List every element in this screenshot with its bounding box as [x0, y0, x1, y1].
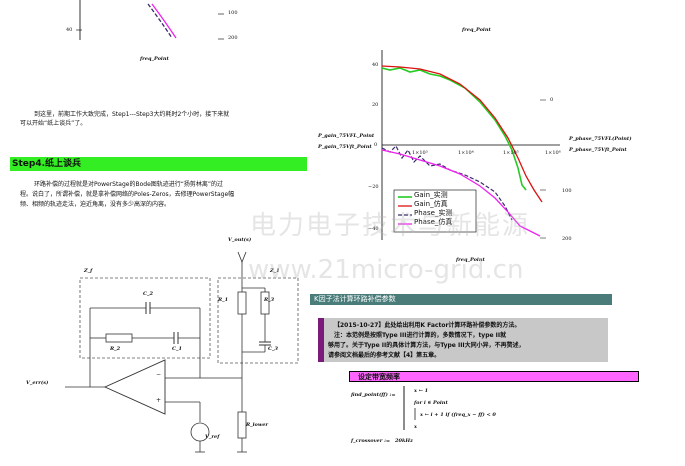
- zf-box: [79, 277, 211, 359]
- top-plot-xlabel: freq_Point: [140, 56, 169, 62]
- for-loop-bracket: [414, 408, 416, 420]
- paragraph-compensation-line2: 程。说白了，所谓补偿，就是拿补偿网络的Poles-Zeros，去修理PowerS…: [20, 191, 235, 198]
- note-line3: 够用了。关于Type II的具体计算方法，与Type III大同小异，不再赘述，: [328, 342, 525, 349]
- top-tick-right-200: 200: [228, 35, 238, 41]
- paragraph-progress-line2: 可以开始“纸上谈兵”了。: [20, 120, 87, 127]
- verr-label: V_err(s): [26, 380, 49, 386]
- watermark-chinese: 电力电子技术与新能源: [250, 211, 531, 241]
- find-point-line2: for i ∈ Point: [414, 400, 448, 406]
- opamp-minus: −: [156, 371, 162, 378]
- bandwidth-heading: 设定带宽频率: [349, 371, 639, 382]
- phase-sim-curve: [151, 3, 177, 39]
- legend-gain-measured: Gain_实测: [414, 191, 448, 199]
- r2-label: R_2: [110, 346, 121, 352]
- vref-label: V_ref: [205, 434, 220, 440]
- opamp-plus: +: [156, 397, 162, 404]
- bode-x-tick-1e6: 1×10⁶: [545, 150, 561, 156]
- bode-left-tick-20: 20: [372, 102, 379, 108]
- bode-right-tick-0: 0: [550, 97, 554, 103]
- bode-left-tick-0: 0: [374, 142, 378, 148]
- paragraph-progress-line1: 到这里，前期工作大致完成，Step1---Step3大约耗时2个小时，接下来就: [34, 111, 230, 118]
- bode-x-tick-1e3: 1×10³: [412, 150, 428, 156]
- bode-right-label-1: P_phase_75VFL(Point): [569, 136, 632, 142]
- top-plot: [76, 0, 224, 40]
- watermark-url: www.21micro-grid.cn: [248, 255, 524, 285]
- zf-label: Z_f: [84, 268, 93, 274]
- paragraph-progress: 到这里，前期工作大致完成，Step1---Step3大约耗时2个小时，接下来就 …: [20, 110, 305, 128]
- bode-title: freq_Point: [462, 27, 491, 33]
- kfactor-heading: K因子法计算环路补偿参数: [310, 294, 612, 305]
- bode-right-tick-200: 200: [562, 236, 572, 242]
- find-point-name: find_point(ff) :=: [351, 392, 396, 398]
- vout-label: V_out(s): [228, 237, 252, 243]
- bode-left-label-1: P_gain_75VFL_Point: [318, 133, 375, 139]
- c3-label: C_3: [268, 346, 278, 352]
- paragraph-compensation-line1: 环路补偿的过程就是对PowerStage的Bode图轨迹进行“扬剪林离”的过: [34, 181, 223, 188]
- bode-right-label-2: P_phase_75Vft_Point: [569, 147, 627, 153]
- phase-measured-curve: [147, 3, 173, 39]
- find-point-line4: x: [414, 424, 417, 430]
- r2-resistor: [105, 333, 133, 343]
- bode-left-tick-40: 40: [372, 62, 379, 68]
- z1-box: [217, 277, 299, 364]
- bode-x-tick-1e5: 1×10⁵: [503, 150, 519, 156]
- find-point-line3: x ← i + 1 if (freq_x − ff) < 0: [420, 412, 496, 418]
- fcrossover-value: 20kHz: [395, 438, 413, 444]
- rlower-label: R_lower: [246, 422, 269, 428]
- vout-terminal: [237, 251, 247, 264]
- r3-label: R_3: [264, 297, 275, 303]
- c1-label: C_1: [172, 346, 182, 352]
- r1-label: R_1: [218, 297, 229, 303]
- c2-label: C_2: [143, 291, 153, 297]
- bode-x-tick-1e4: 1×10⁴: [458, 150, 474, 156]
- top-tick-right-100: 100: [228, 10, 238, 16]
- op-amp: [103, 359, 166, 415]
- find-point-bracket: [403, 386, 405, 430]
- note-line1: 【2015-10-27】此处给出利用K Factor计算环路补偿参数的方法。: [334, 322, 521, 329]
- top-tick-left-40: 40: [66, 27, 73, 33]
- r1-resistor: [237, 291, 247, 315]
- note-line4: 请参阅文档最后的参考文献【4】第五章。: [328, 352, 441, 359]
- fcrossover-label: f_crossover :=: [351, 438, 391, 444]
- bode-right-tick-100: 100: [562, 188, 572, 194]
- step4-heading: Step4.纸上谈兵: [10, 157, 307, 171]
- bode-left-tick-m20: −20: [368, 184, 379, 190]
- rlower-resistor: [237, 411, 247, 439]
- note-line2: 注：本范例是按照Type III进行计算的，多数情况下，type II就: [334, 332, 507, 339]
- find-point-line1: x ← 1: [414, 388, 429, 394]
- gain-sim-curve: [381, 65, 543, 203]
- note-box: 【2015-10-27】此处给出利用K Factor计算环路补偿参数的方法。 注…: [318, 318, 608, 362]
- r3-resistor: [260, 291, 270, 315]
- bode-left-label-2: P_gain_75Vft_Point: [318, 144, 372, 150]
